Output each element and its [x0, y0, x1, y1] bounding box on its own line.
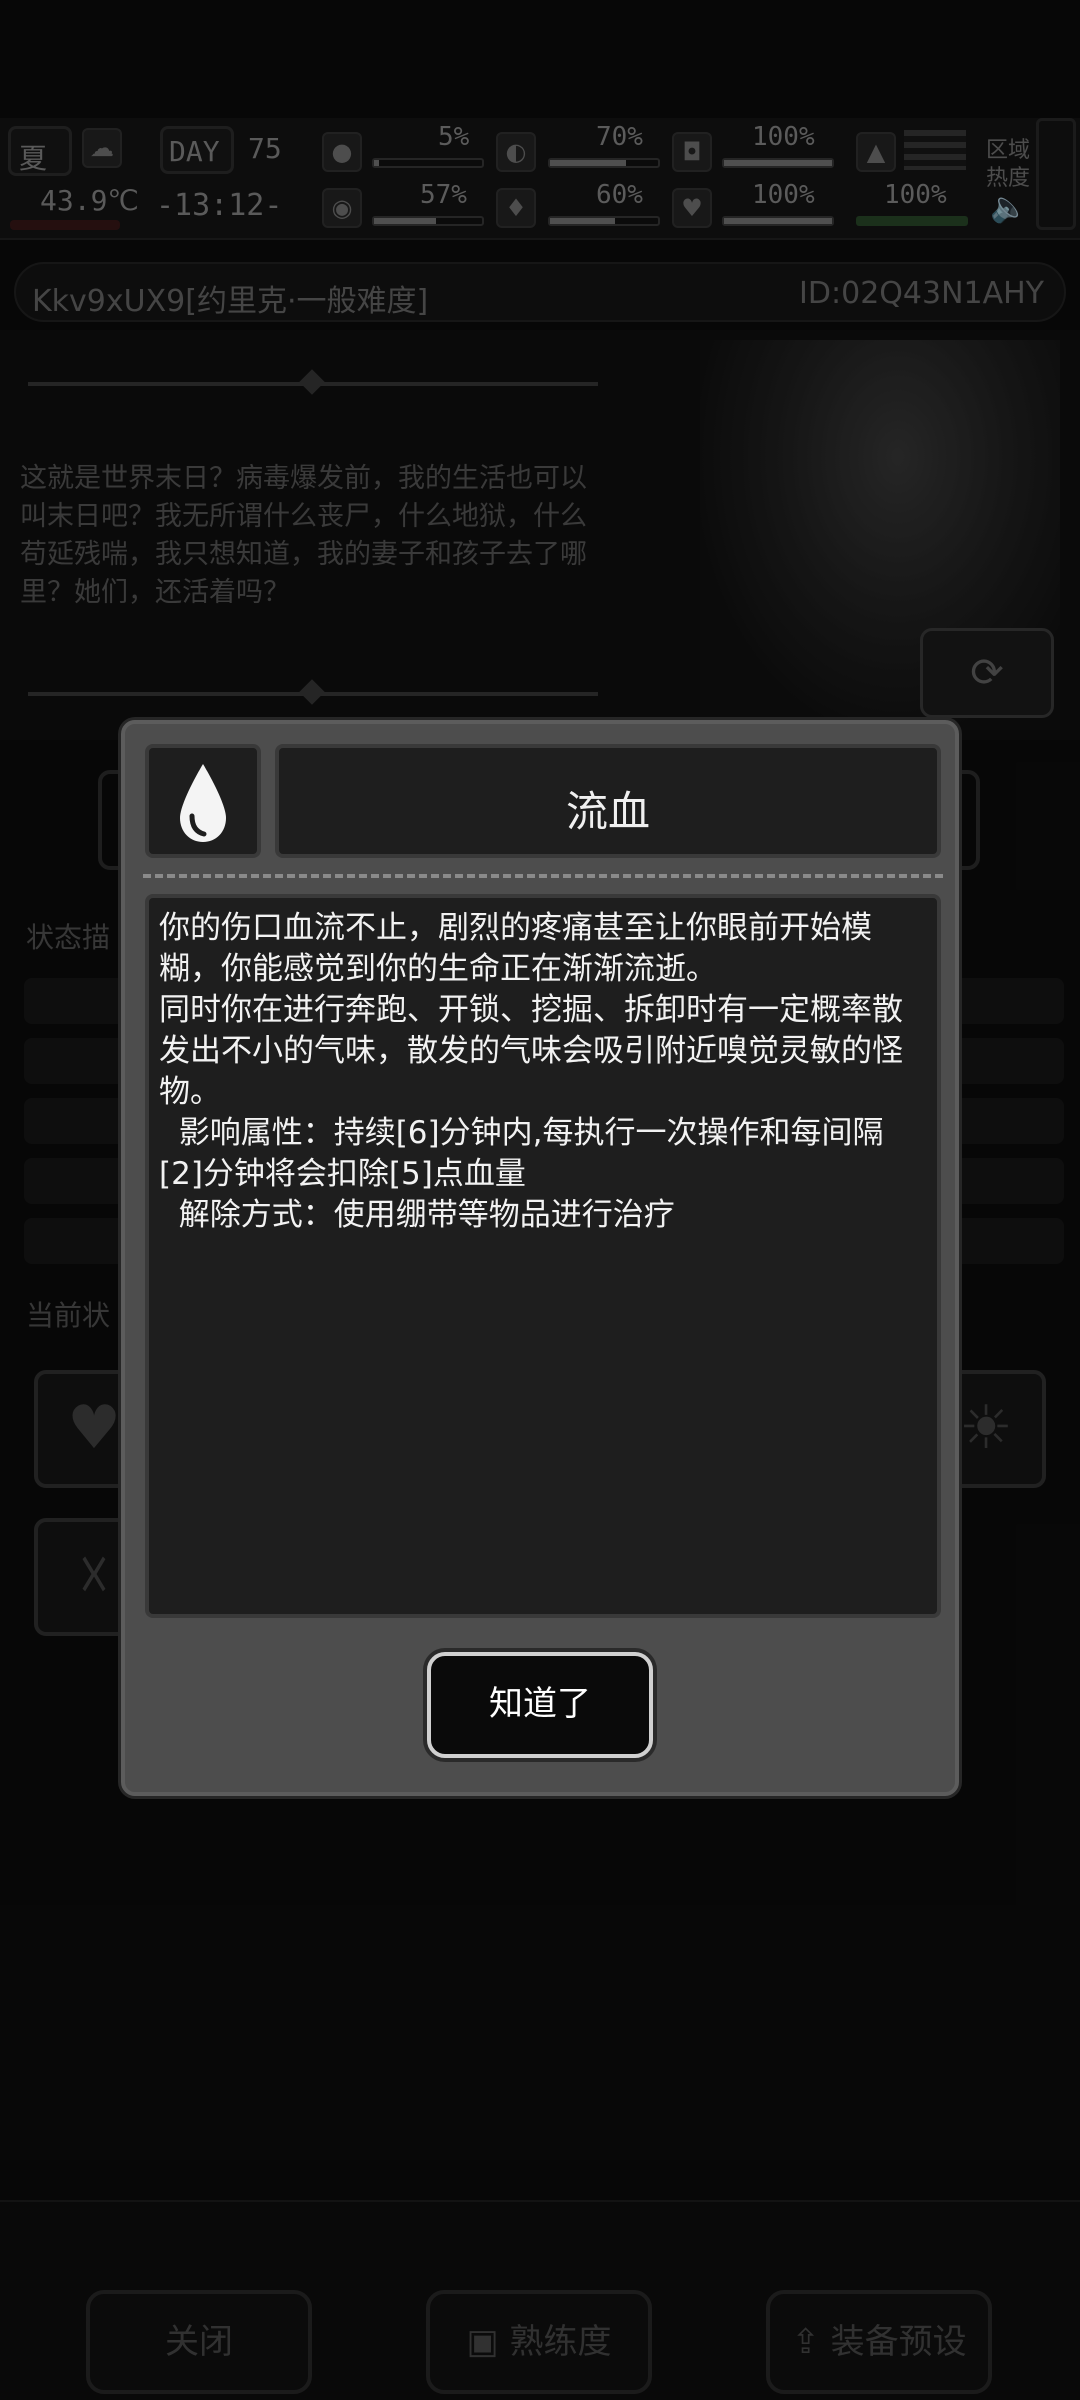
dialog-description: 你的伤口血流不止，剧烈的疼痛甚至让你眼前开始模糊，你能感觉到你的生命正在渐渐流逝…	[159, 910, 903, 1233]
dialog-description-frame[interactable]: 你的伤口血流不止，剧烈的疼痛甚至让你眼前开始模糊，你能感觉到你的生命正在渐渐流逝…	[145, 894, 941, 1618]
status-icon-frame	[145, 744, 261, 858]
dashed-divider	[143, 874, 943, 878]
blood-drop-icon	[180, 764, 226, 842]
bleeding-dialog: 流血 你的伤口血流不止，剧烈的疼痛甚至让你眼前开始模糊，你能感觉到你的生命正在渐…	[121, 720, 959, 1796]
acknowledge-button[interactable]: 知道了	[427, 1652, 653, 1758]
dialog-title: 流血	[565, 787, 650, 836]
dialog-title-frame: 流血	[275, 744, 941, 858]
